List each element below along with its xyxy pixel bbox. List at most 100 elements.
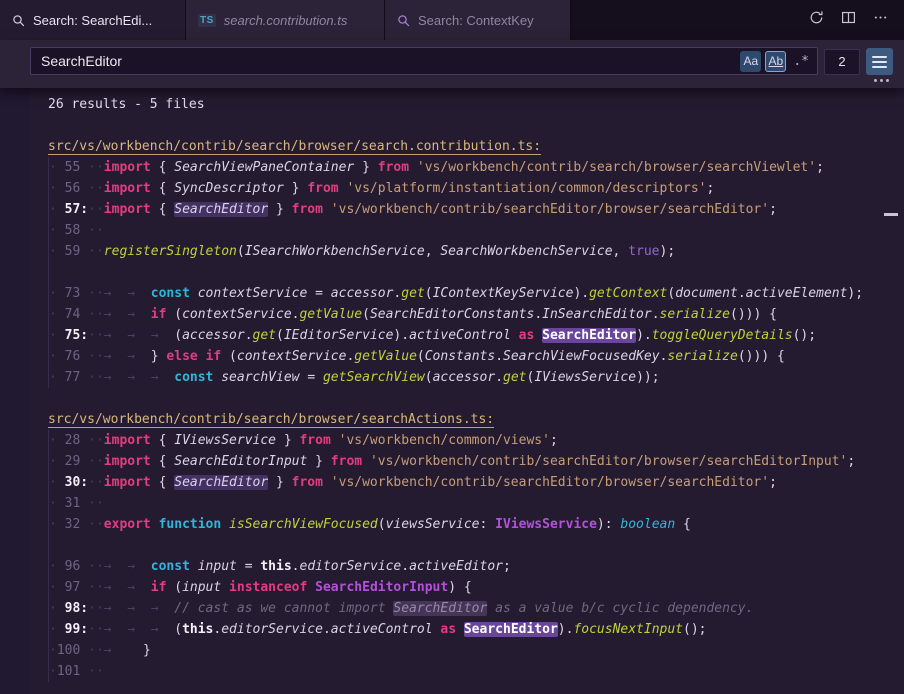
code-line[interactable]: · 99:··→ → → (this.editorService.activeC… — [49, 619, 904, 640]
code-line[interactable]: · 31 ·· — [49, 493, 904, 514]
tab-label: search.contribution.ts — [224, 13, 348, 28]
whitespace-dots: ·· — [88, 643, 104, 658]
code-line[interactable]: · 59 ··registerSingleton(ISearchWorkbenc… — [49, 241, 904, 262]
results-summary: 26 results - 5 files — [48, 94, 904, 115]
tab-search-contribution-ts[interactable]: TS search.contribution.ts — [186, 0, 385, 40]
typescript-icon: TS — [198, 14, 216, 27]
code-line[interactable]: · 97 ··→ → if (input instanceof SearchEd… — [49, 577, 904, 598]
whitespace-dots: · — [49, 622, 57, 637]
ellipsis-icon — [874, 79, 877, 82]
whitespace-dots: · — [49, 307, 57, 322]
line-number: 98: — [57, 601, 88, 616]
line-number: 59 — [57, 244, 88, 259]
code-line[interactable]: · 96 ··→ → const input = this.editorServ… — [49, 556, 904, 577]
code-line[interactable]: · 76 ··→ → } else if (contextService.get… — [49, 346, 904, 367]
code-line[interactable]: · 73 ··→ → const contextService = access… — [49, 283, 904, 304]
result-block: · 55 ··import { SearchViewPaneContainer … — [48, 157, 904, 388]
line-number: 76 — [57, 349, 88, 364]
search-match-highlight: SearchEditor — [393, 601, 487, 616]
regex-toggle[interactable]: .* — [790, 51, 812, 72]
result-block: · 28 ··import { IViewsService } from 'vs… — [48, 430, 904, 682]
search-icon — [12, 14, 25, 27]
file-heading-row: src/vs/workbench/contrib/search/browser/… — [48, 409, 904, 430]
whitespace-dots: · — [49, 433, 57, 448]
whitespace-dots: · — [49, 559, 57, 574]
code-line[interactable]: · 58 ·· — [49, 220, 904, 241]
match-case-toggle[interactable]: Aa — [740, 51, 761, 72]
line-number: 100 — [57, 643, 88, 658]
whitespace-dots: · — [49, 328, 57, 343]
tab-bar-tabs: Search: SearchEdi... TS search.contributio… — [0, 0, 571, 40]
code-line[interactable]: · 74 ··→ → if (contextService.getValue(S… — [49, 304, 904, 325]
file-heading-row: src/vs/workbench/contrib/search/browser/… — [48, 136, 904, 157]
split-editor-button[interactable] — [834, 6, 862, 34]
line-number: 56 — [57, 181, 88, 196]
results-editor: 26 results - 5 files src/vs/workbench/co… — [0, 88, 904, 694]
whitespace-dots: · — [49, 160, 57, 175]
tab-search-searchedi[interactable]: Search: SearchEdi... — [0, 0, 186, 40]
whitespace-dots: · — [49, 349, 57, 364]
editor-actions — [802, 0, 904, 40]
whitespace-dots: · — [49, 181, 57, 196]
line-number: 73 — [57, 286, 88, 301]
code-line[interactable]: · 32 ··export function isSearchViewFocus… — [49, 514, 904, 535]
file-link[interactable]: src/vs/workbench/contrib/search/browser/… — [48, 139, 541, 155]
toggle-search-details-button[interactable] — [874, 75, 889, 85]
line-number: 74 — [57, 307, 88, 322]
whitespace-dots: ·· — [88, 307, 104, 322]
tab-search-contextkey[interactable]: Search: ContextKey — [385, 0, 571, 40]
whitespace-dots: ·· — [88, 202, 104, 217]
more-button[interactable] — [866, 6, 894, 34]
whitespace-dots: · — [49, 643, 57, 658]
line-number: 32 — [57, 517, 88, 532]
whitespace-dots: · — [49, 370, 57, 385]
search-widget: SearchEditor Aa Ab .* 2 — [0, 40, 904, 88]
tab-label: Search: ContextKey — [418, 13, 534, 28]
code-line[interactable]: · 30:··import { SearchEditor } from 'vs/… — [49, 472, 904, 493]
line-number: 29 — [57, 454, 88, 469]
whitespace-dots: ·· — [88, 601, 104, 616]
whitespace-dots: · — [49, 454, 57, 469]
code-line[interactable]: ·100 ··→ } — [49, 640, 904, 661]
match-case-icon: Aa — [744, 54, 759, 68]
line-number: 28 — [57, 433, 88, 448]
code-line[interactable]: ·101 ·· — [49, 661, 904, 682]
code-line[interactable]: · 55 ··import { SearchViewPaneContainer … — [49, 157, 904, 178]
refresh-button[interactable] — [802, 6, 830, 34]
whitespace-dots: ·· — [88, 160, 104, 175]
whitespace-dots: ·· — [88, 328, 104, 343]
code-line[interactable]: · 77 ··→ → → const searchView = getSearc… — [49, 367, 904, 388]
line-number: 77 — [57, 370, 88, 385]
code-line[interactable]: · 28 ··import { IViewsService } from 'vs… — [49, 430, 904, 451]
code-line[interactable]: · 56 ··import { SyncDescriptor } from 'v… — [49, 178, 904, 199]
search-icon — [397, 14, 410, 27]
toggle-context-lines-button[interactable] — [866, 48, 893, 75]
whitespace-dots: ·· — [88, 622, 104, 637]
file-link[interactable]: src/vs/workbench/contrib/search/browser/… — [48, 412, 494, 428]
whitespace-dots: · — [49, 223, 57, 238]
code-line[interactable]: · 57:··import { SearchEditor } from 'vs/… — [49, 199, 904, 220]
whitespace-dots: ·· — [88, 580, 104, 595]
code-line[interactable]: · 98:··→ → → // cast as we cannot import… — [49, 598, 904, 619]
context-lines-input[interactable]: 2 — [824, 49, 860, 75]
code-line[interactable]: · 75:··→ → → (accessor.get(IEditorServic… — [49, 325, 904, 346]
blank-line — [48, 388, 904, 409]
line-number: 101 — [57, 664, 88, 679]
whitespace-dots: ·· — [88, 286, 104, 301]
search-input[interactable]: SearchEditor Aa Ab .* — [30, 47, 818, 75]
whitespace-dots: ·· — [88, 181, 104, 196]
whole-word-toggle[interactable]: Ab — [765, 51, 786, 72]
refresh-icon — [809, 10, 824, 30]
whitespace-dots: ·· — [88, 244, 104, 259]
block-separator — [49, 262, 904, 283]
whitespace-dots: · — [49, 286, 57, 301]
whitespace-dots: · — [49, 664, 57, 679]
search-match-highlight: SearchEditor — [174, 475, 268, 490]
line-number: 30: — [57, 475, 88, 490]
code-line[interactable]: · 29 ··import { SearchEditorInput } from… — [49, 451, 904, 472]
whitespace-dots: · — [49, 580, 57, 595]
whitespace-dots: ·· — [88, 475, 104, 490]
line-number: 31 — [57, 496, 88, 511]
blank-line — [48, 115, 904, 136]
search-match-highlight: SearchEditor — [464, 622, 558, 637]
